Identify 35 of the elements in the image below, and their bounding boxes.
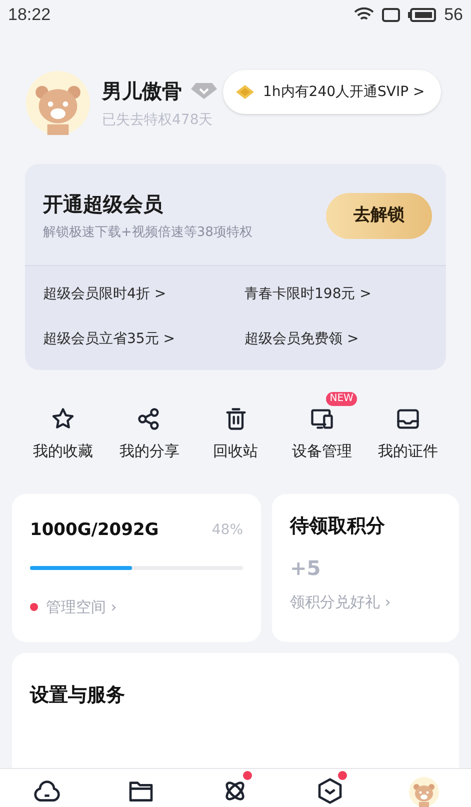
vip-subtitle: 解锁极速下载+视频倍速等38项特权 — [43, 224, 252, 242]
shortcut-item[interactable]: 我的证件 — [365, 390, 451, 462]
new-badge: NEW — [326, 392, 358, 406]
avatar — [26, 71, 90, 135]
offer-link[interactable]: 超级会员免费领 > — [244, 328, 446, 350]
shortcut-item[interactable]: 回收站 — [192, 390, 278, 462]
points-title: 待领取积分 — [290, 514, 386, 539]
shortcut-item[interactable]: 我的收藏 — [20, 390, 106, 462]
privilege-status: 已失去特权478天 — [102, 110, 214, 130]
shortcut-label: 我的分享 — [119, 440, 180, 462]
storage-usage: 1000G/2092G — [30, 519, 159, 542]
svip-promo-button[interactable]: 1h内有240人开通SVIP > — [223, 70, 441, 114]
shortcut-label: 设备管理 — [292, 440, 352, 462]
coin-icon — [235, 84, 255, 100]
settings-title: 设置与服务 — [30, 684, 125, 706]
box-icon — [316, 777, 344, 805]
shortcut-label: 回收站 — [213, 440, 258, 462]
shortcut-label: 我的证件 — [378, 440, 438, 462]
battery-level: 56 — [444, 4, 463, 26]
screen-icon — [382, 8, 400, 22]
shortcut-item[interactable]: NEW 设备管理 — [278, 390, 365, 462]
offer-link[interactable]: 超级会员立省35元 > — [43, 328, 244, 350]
user-name: 男儿傲骨 — [102, 78, 182, 104]
clock: 18:22 — [8, 4, 51, 26]
diamond-icon — [190, 82, 218, 100]
vip-title: 开通超级会员 — [43, 191, 164, 218]
shortcut-item[interactable]: 我的分享 — [106, 390, 192, 462]
offer-link[interactable]: 青春卡限时198元 > — [244, 284, 446, 304]
unlock-button[interactable]: 去解锁 — [326, 192, 432, 239]
shortcut-label: 我的收藏 — [33, 440, 93, 462]
offer-link[interactable]: 超级会员限时4折 > — [43, 284, 244, 304]
storage-percent: 48% — [212, 521, 243, 540]
points-value: +5 — [290, 554, 322, 582]
battery-icon — [408, 8, 436, 22]
star-icon — [50, 406, 76, 432]
